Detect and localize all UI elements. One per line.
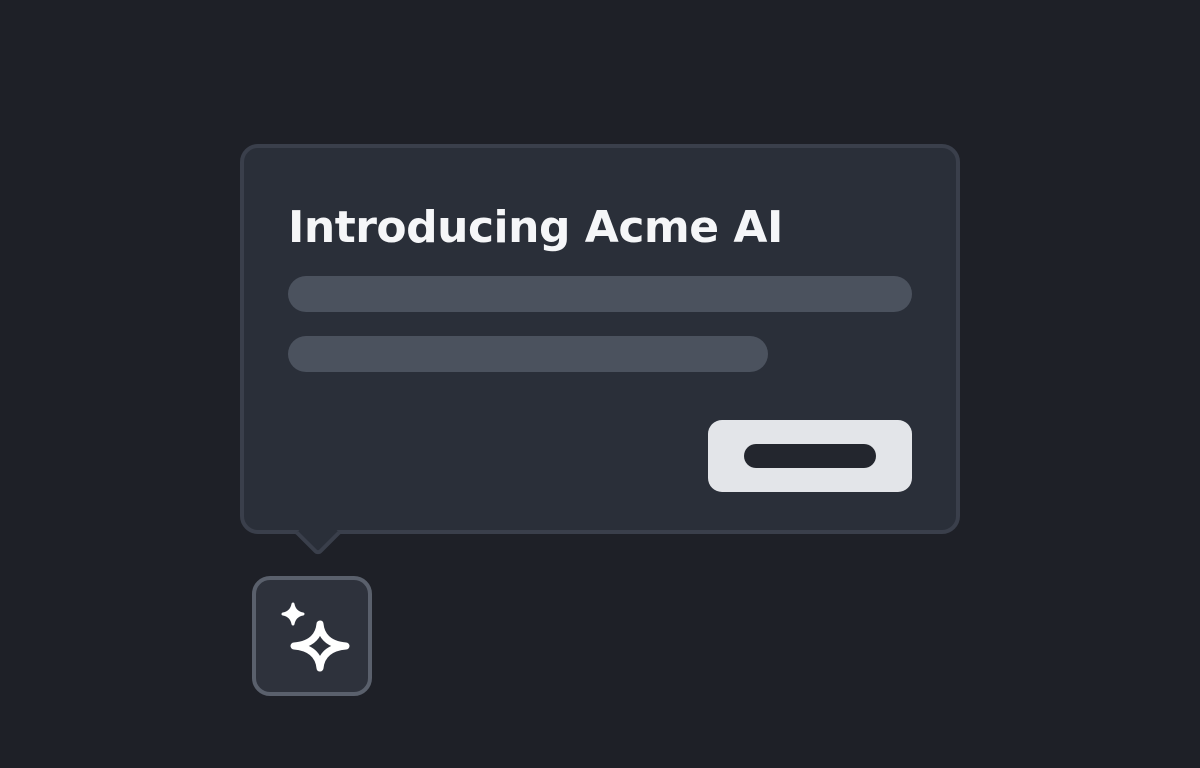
intro-popover: Introducing Acme AI <box>240 144 960 557</box>
popover-arrow <box>295 511 341 557</box>
sparkles-icon <box>281 602 350 672</box>
ai-assistant-button[interactable] <box>252 576 372 696</box>
popover-action-button[interactable] <box>708 420 912 492</box>
popover-title: Introducing Acme AI <box>288 202 783 253</box>
description-placeholder-line-2 <box>288 336 768 372</box>
button-label-placeholder <box>744 444 876 468</box>
description-placeholder-line-1 <box>288 276 912 312</box>
